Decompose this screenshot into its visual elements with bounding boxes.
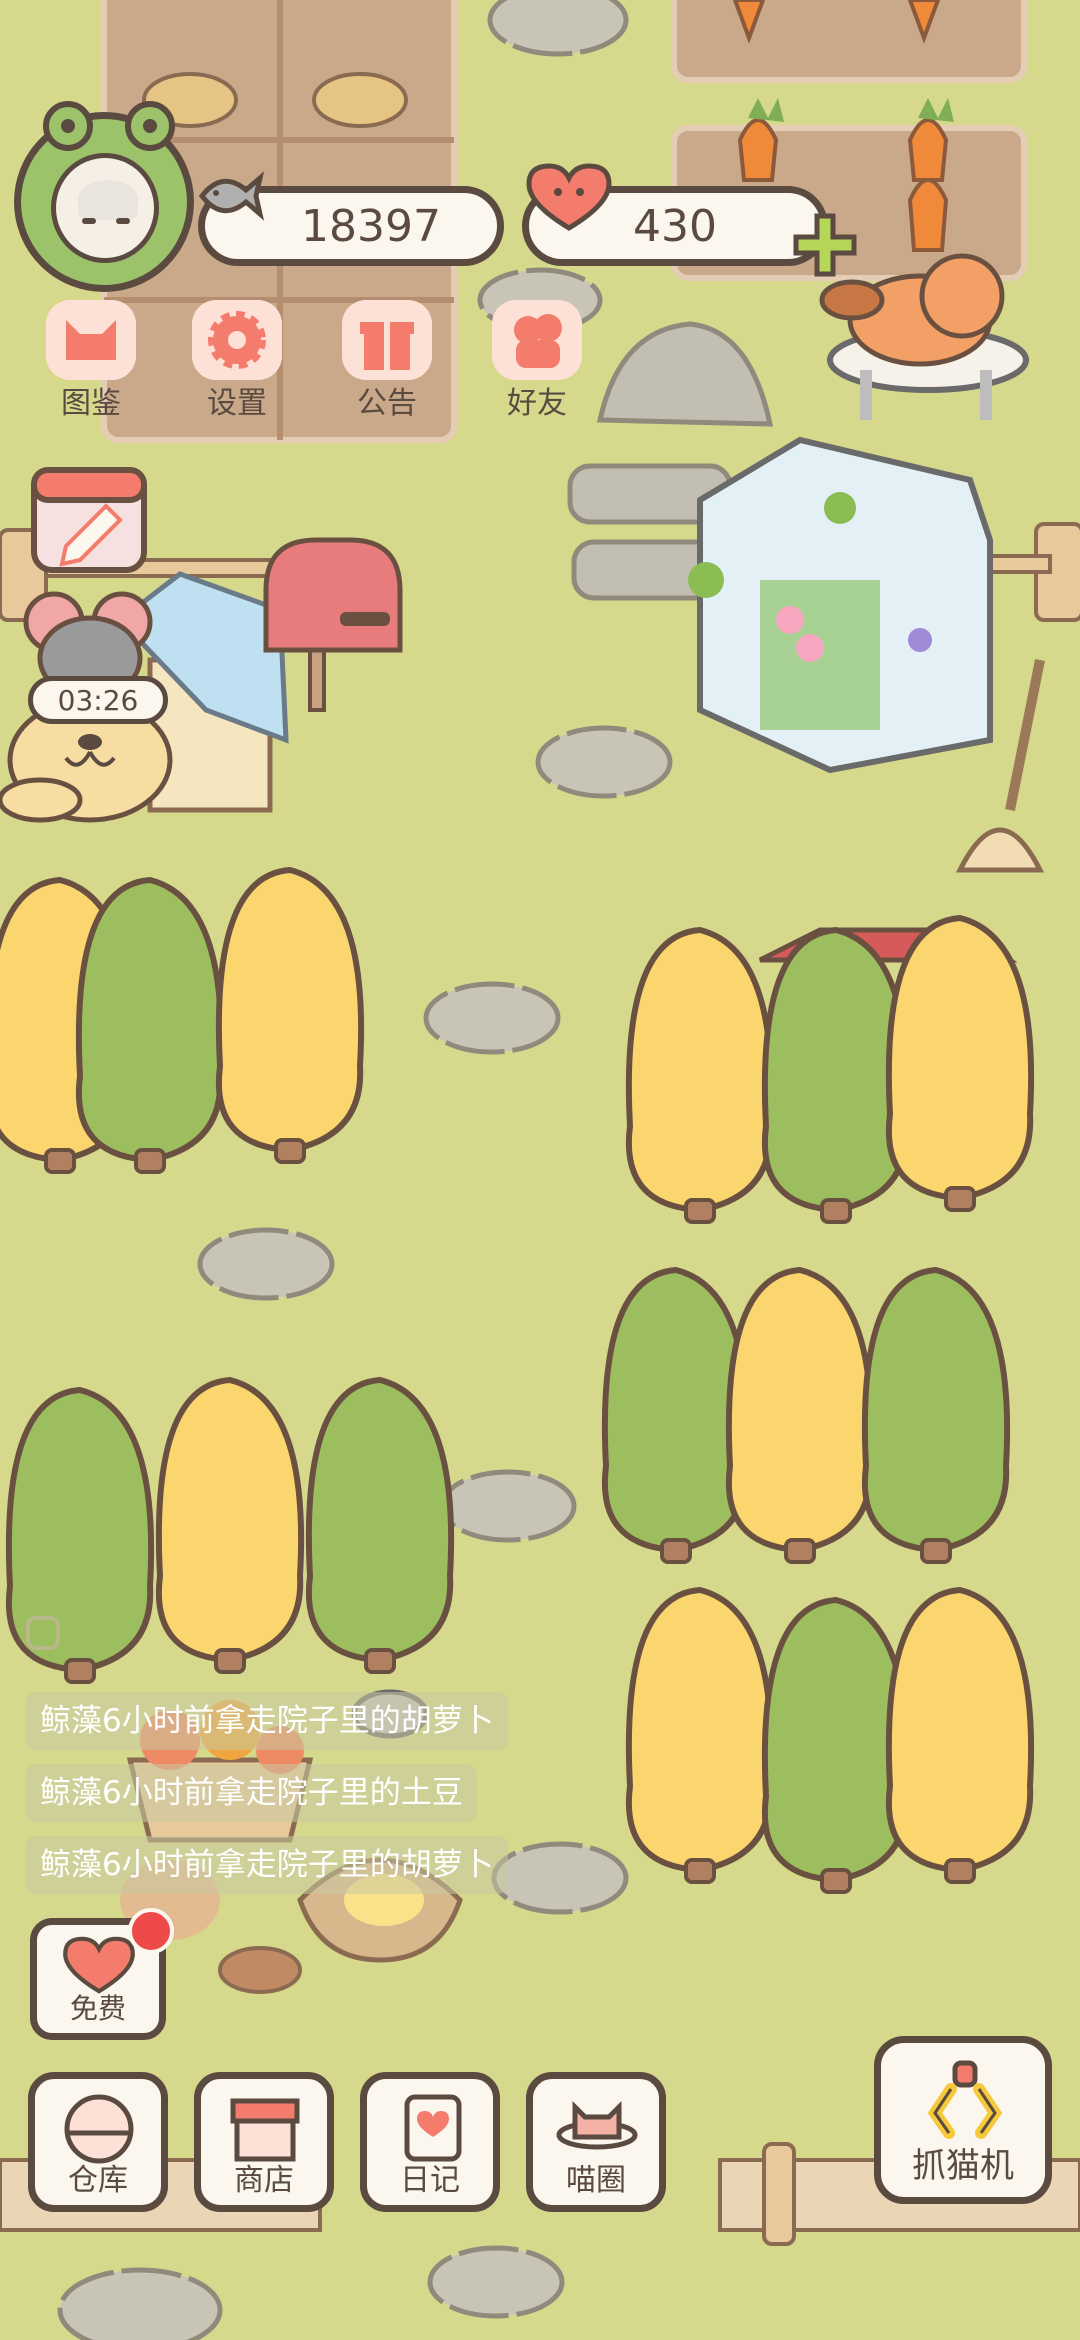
- tree: [625, 926, 775, 1214]
- announcement-label: 公告: [357, 386, 417, 421]
- feed-message: 鲸藻6小时前拿走院子里的胡萝卜: [26, 1836, 508, 1894]
- tree-trunk: [920, 1538, 952, 1564]
- tree: [215, 866, 365, 1154]
- tree-trunk: [134, 1148, 166, 1174]
- tree: [861, 1266, 1011, 1554]
- plus-icon[interactable]: [790, 210, 860, 280]
- cat-book-icon: [46, 300, 136, 380]
- warehouse-label: 仓库: [68, 2163, 128, 2198]
- tree-trunk: [820, 1198, 852, 1224]
- tree: [885, 1586, 1035, 1874]
- shop-button[interactable]: 商店: [194, 2072, 334, 2212]
- tree-trunk: [64, 1658, 96, 1684]
- tree-trunk: [364, 1648, 396, 1674]
- avatar-hair: [78, 180, 138, 220]
- frog-eye-left: [43, 101, 93, 151]
- cat-circle-label: 喵圈: [566, 2163, 626, 2198]
- tree-trunk: [684, 1858, 716, 1884]
- feed-message: 鲸藻6小时前拿走院子里的胡萝卜: [26, 1692, 508, 1750]
- claw-icon: [927, 2060, 1003, 2139]
- diary-label: 日记: [400, 2163, 460, 2198]
- gear-icon: [192, 300, 282, 380]
- chat-icon[interactable]: [26, 1616, 60, 1650]
- friends-icon: [492, 300, 582, 380]
- tree: [75, 876, 225, 1164]
- tree: [601, 1266, 751, 1554]
- catalog-label: 图鉴: [61, 386, 121, 421]
- catalog-button[interactable]: 图鉴: [32, 300, 150, 421]
- heart-count: 430: [633, 200, 717, 252]
- diary-icon: [404, 2094, 462, 2162]
- avatar-eye: [116, 218, 130, 224]
- fish-count: 18397: [301, 200, 441, 252]
- diary-button[interactable]: 日记: [360, 2072, 500, 2212]
- feed-message: 鲸藻6小时前拿走院子里的土豆: [26, 1764, 477, 1822]
- shop-label: 商店: [234, 2163, 294, 2198]
- player-avatar[interactable]: [14, 101, 194, 292]
- tree-trunk: [944, 1186, 976, 1212]
- settings-button[interactable]: 设置: [178, 300, 296, 421]
- gift-icon: [342, 300, 432, 380]
- tree: [155, 1376, 305, 1664]
- friends-button[interactable]: 好友: [478, 300, 596, 421]
- tree-trunk: [820, 1868, 852, 1894]
- tree-trunk: [44, 1148, 76, 1174]
- tree-trunk: [274, 1138, 306, 1164]
- tree: [725, 1266, 875, 1554]
- tree: [761, 926, 911, 1214]
- calendar-icon[interactable]: [31, 467, 147, 573]
- notification-dot: [128, 1908, 174, 1954]
- greenhouse[interactable]: [688, 436, 993, 774]
- avatar-face: [51, 153, 159, 263]
- tree: [885, 914, 1035, 1202]
- timer-badge: 03:26: [28, 676, 168, 724]
- tree-trunk: [214, 1648, 246, 1674]
- tree-trunk: [684, 1198, 716, 1224]
- tree: [305, 1376, 455, 1664]
- friends-label: 好友: [507, 386, 567, 421]
- tree-trunk: [784, 1538, 816, 1564]
- tree: [761, 1596, 911, 1884]
- warehouse-button[interactable]: 仓库: [28, 2072, 168, 2212]
- settings-label: 设置: [207, 386, 267, 421]
- fish-icon: [198, 171, 265, 221]
- cat-circle-button[interactable]: 喵圈: [526, 2072, 666, 2212]
- tree: [625, 1586, 775, 1874]
- frog-eye-right: [125, 101, 175, 151]
- tree-trunk: [660, 1538, 692, 1564]
- heart-icon: [63, 1936, 135, 1994]
- tree-trunk: [944, 1858, 976, 1884]
- avatar-eye: [82, 218, 96, 224]
- claw-machine-button[interactable]: 抓猫机: [874, 2036, 1052, 2204]
- heart-icon: [526, 163, 612, 231]
- free-label: 免费: [69, 1992, 126, 2025]
- announcement-button[interactable]: 公告: [328, 300, 446, 421]
- claw-machine-label: 抓猫机: [912, 2146, 1014, 2186]
